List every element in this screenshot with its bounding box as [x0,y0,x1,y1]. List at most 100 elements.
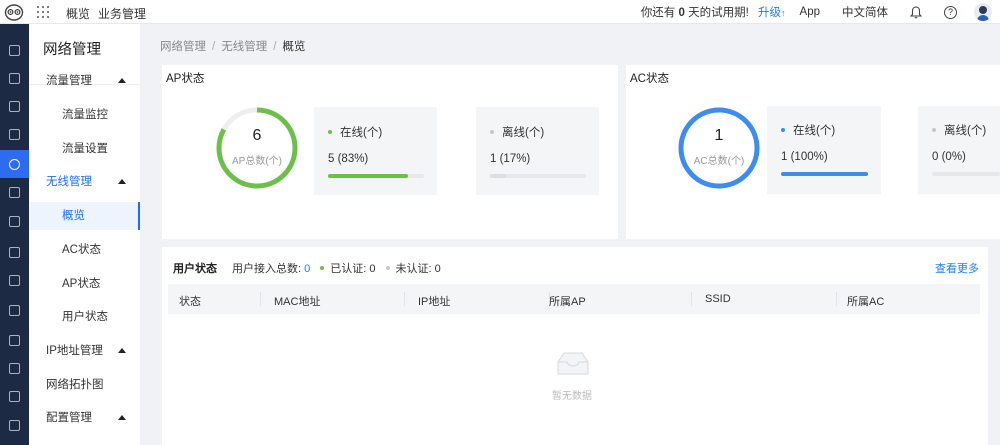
see-more-link[interactable]: 查看更多 [935,260,979,276]
rail-clock-item[interactable] [0,64,29,92]
col-ip[interactable]: IP地址 [418,293,450,309]
menu-item-label: 网络拓扑图 [46,379,104,391]
ac-ring-chart [678,107,760,189]
rail-chart-item[interactable] [0,326,29,354]
caret-up-icon [118,78,126,83]
ap-total-count: 6 [252,127,262,144]
user-status-card [162,247,988,445]
auth-value: 0 [369,263,376,275]
empty-inbox-icon [557,352,589,375]
trial-notice: 你还有 0 天的试用期! 升级↑ [641,4,786,20]
ac-status-card: AC状态 1 AC总数(个) 在线(个) 1 (100%) 离线(个) 0 (0… [626,65,1000,239]
rail-box-item[interactable] [0,238,29,266]
dashboard-icon [9,44,20,56]
ap-ring-chart [216,107,298,189]
online-dot-icon [781,127,785,132]
menu-item-label: AP状态 [62,278,101,290]
rail-globe-item[interactable] [0,150,29,178]
trial-prefix: 你还有 [640,7,676,19]
rail-network-item[interactable] [0,354,29,382]
menu-item-6[interactable]: AP状态 [29,270,140,298]
ap-total-ring: 6 AP总数(个) [214,105,300,191]
ap-online-stat[interactable]: 在线(个) 5 (83%) [314,107,437,195]
ap-offline-bar [490,174,586,178]
ring-online-arc [678,107,760,189]
globe-icon [9,158,20,170]
ac-total-ring: 1 AC总数(个) [676,105,762,191]
menu-item-1[interactable]: 流量监控 [29,101,140,129]
ac-online-value: 1 (100%) [781,151,828,163]
menu-item-label: 配置管理 [46,412,92,424]
upgrade-link[interactable]: 升级↑ [758,7,786,19]
col-ssid[interactable]: SSID [705,293,731,305]
rail-list-item[interactable] [0,178,29,206]
caret-up-icon [118,348,126,353]
rail-yen-item[interactable] [0,266,29,294]
icon-rail [0,24,29,445]
menu-item-label: IP地址管理 [46,345,103,357]
upgrade-label: 升级 [758,7,782,19]
calendar-icon [9,215,20,227]
col-ac[interactable]: 所属AC [847,293,884,309]
ac-offline-stat[interactable]: 离线(个) 0 (0%) [918,106,1000,194]
rail-bell-item[interactable] [0,92,29,120]
col-ap[interactable]: 所属AP [549,293,586,309]
menu-item-9[interactable]: 网络拓扑图 [29,371,140,399]
ap-online-bar [328,174,424,178]
menu-item-7[interactable]: 用户状态 [29,303,140,331]
menu-title: 网络管理 [43,42,101,58]
top-nav: 概览 业务管理 [66,5,146,22]
rail-monitor-item[interactable] [0,296,29,324]
rail-server-item[interactable] [0,120,29,148]
top-bar: 概览 业务管理 你还有 0 天的试用期! 升级↑ App 中文简体 ? [0,0,1000,24]
ac-online-bar-fill [781,172,868,176]
rail-cluster-item[interactable] [0,382,29,410]
breadcrumb-current: 概览 [282,41,306,53]
ac-total-label: AC总数(个) [693,156,745,167]
ac-offline-bar [932,172,1000,176]
ap-offline-bar-fill [490,174,507,178]
ap-online-value: 5 (83%) [328,153,369,165]
menu-item-3[interactable]: 无线管理 [29,168,140,196]
help-icon[interactable]: ? [944,5,957,19]
menu-item-10[interactable]: 配置管理 [29,404,140,432]
chart-icon [9,334,20,346]
rail-calendar-item[interactable] [0,207,29,235]
ac-offline-label: 离线(个) [944,125,987,137]
ap-offline-label: 离线(个) [502,127,545,139]
ap-status-card: AP状态 6 AP总数(个) 在线(个) 5 (83%) 离线(个) 1 (17… [162,65,618,239]
menu-item-4[interactable]: 概览 [29,202,140,230]
col-status[interactable]: 状态 [179,293,201,309]
menu-item-2[interactable]: 流量设置 [29,135,140,163]
user-status-header: 用户状态 用户接入总数: 0 已认证: 0 未认证: 0 [173,260,451,276]
menu-item-label: 概览 [62,210,85,222]
offline-dot-icon [932,127,936,132]
unauth-label: 未认证: [395,263,432,275]
col-mac[interactable]: MAC地址 [274,293,320,309]
avatar[interactable] [974,3,992,21]
menu-item-0[interactable]: 流量管理 [29,67,140,95]
auth-dot-icon [320,266,325,271]
menu-item-5[interactable]: AC状态 [29,236,140,264]
top-nav-business[interactable]: 业务管理 [98,5,146,22]
box-icon [9,246,20,258]
app-grid-icon[interactable] [37,6,49,18]
breadcrumb-network[interactable]: 网络管理 [160,41,206,53]
gear-icon [9,419,20,431]
menu-item-8[interactable]: IP地址管理 [29,337,140,365]
user-table-header: 状态 MAC地址 IP地址 所属AP SSID 所属AC [168,284,980,314]
ac-online-stat[interactable]: 在线(个) 1 (100%) [767,106,881,194]
rail-dashboard-item[interactable] [0,36,29,64]
language-switch[interactable]: 中文简体 [842,4,888,20]
offline-dot-icon [490,129,494,134]
unauth-dot-icon [385,266,390,271]
notification-bell-icon[interactable] [910,5,922,19]
ap-offline-stat[interactable]: 离线(个) 1 (17%) [476,107,599,195]
unauth-value: 0 [434,263,441,275]
rail-gear-item[interactable] [0,411,29,439]
top-nav-overview[interactable]: 概览 [66,5,90,22]
menu-item-label: 流量监控 [62,109,108,121]
breadcrumb-wireless[interactable]: 无线管理 [221,41,267,53]
logo-icon[interactable] [4,3,24,21]
app-link[interactable]: App [800,6,820,18]
